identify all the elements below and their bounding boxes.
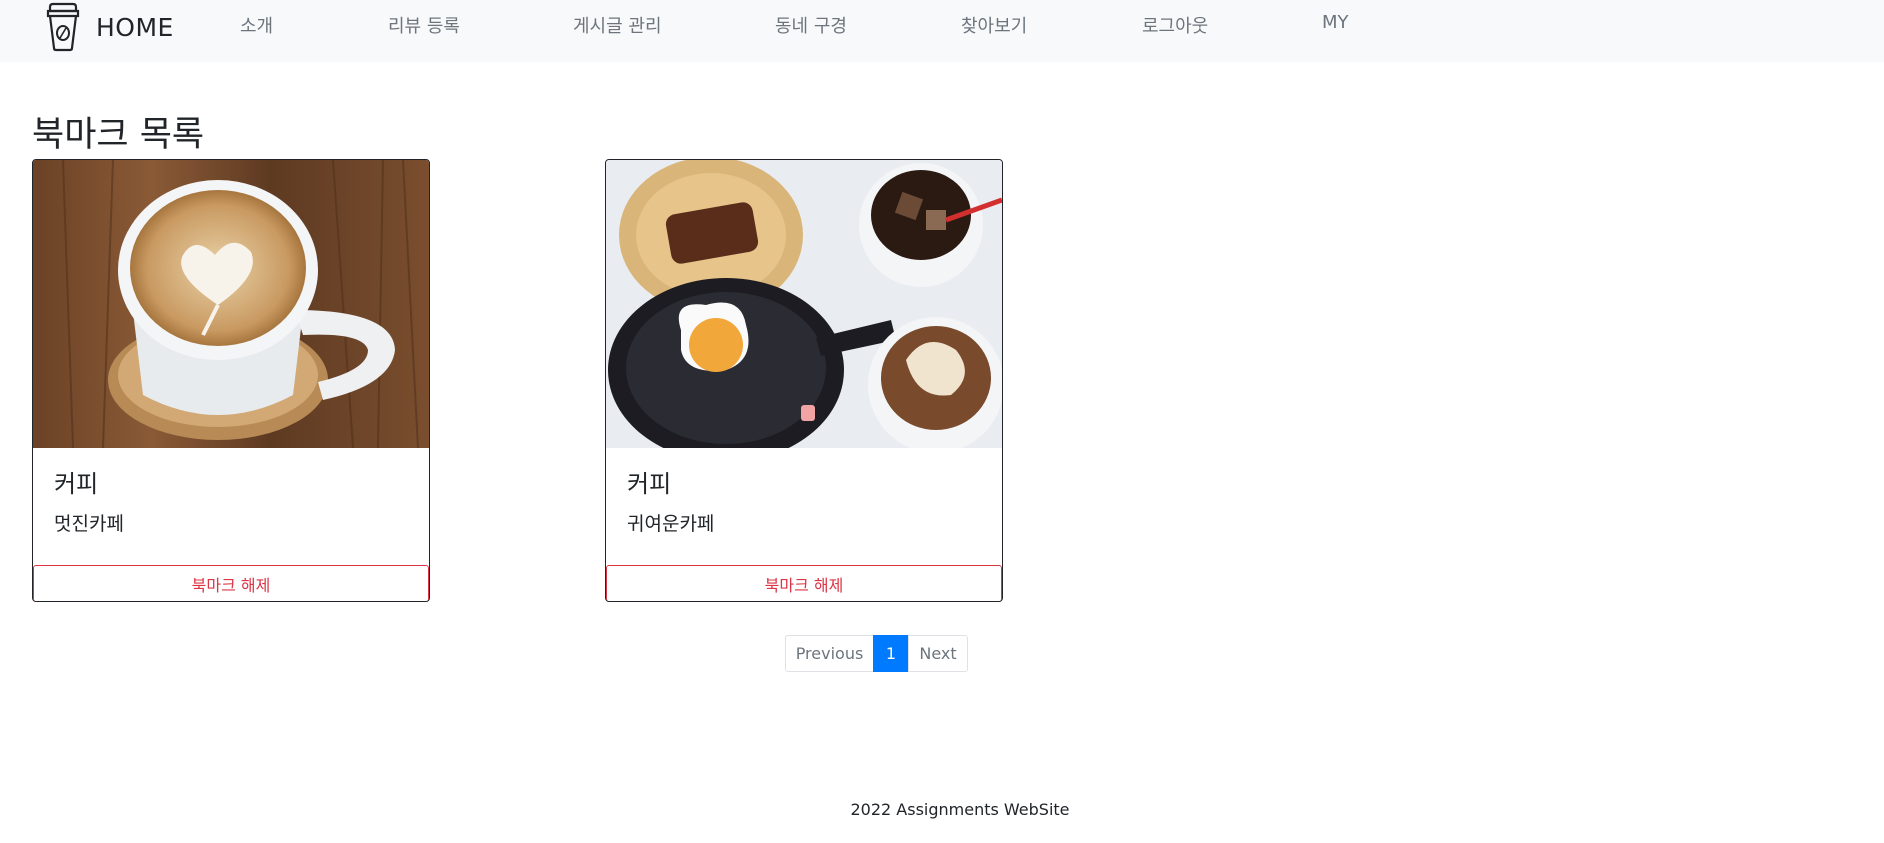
nav-link-post-manage[interactable]: 게시글 관리 xyxy=(573,12,662,38)
bookmark-card: 커피 멋진카페 북마크 해제 xyxy=(32,159,430,602)
card-title: 커피 xyxy=(54,470,99,498)
pagination-next[interactable]: Next xyxy=(908,635,968,672)
nav-link-neighborhood[interactable]: 동네 구경 xyxy=(775,12,847,38)
page-title: 북마크 목록 xyxy=(32,115,205,155)
nav-link-explore[interactable]: 찾아보기 xyxy=(961,12,1027,38)
home-brand-link[interactable]: HOME xyxy=(44,2,174,52)
card-image-latte xyxy=(33,160,429,448)
nav-link-my[interactable]: MY xyxy=(1322,12,1349,33)
nav-link-review-register[interactable]: 리뷰 등록 xyxy=(388,12,460,38)
home-brand-label: HOME xyxy=(96,12,174,42)
nav-link-intro[interactable]: 소개 xyxy=(240,12,273,38)
card-title: 커피 xyxy=(627,470,672,498)
pagination-previous[interactable]: Previous xyxy=(785,635,874,672)
coffee-cup-icon xyxy=(46,2,80,52)
pagination: Previous 1 Next xyxy=(785,635,968,672)
card-cafe-name: 귀여운카페 xyxy=(627,513,715,535)
footer-text: 2022 Assignments WebSite xyxy=(850,800,1070,819)
top-navbar: HOME 소개 리뷰 등록 게시글 관리 동네 구경 찾아보기 로그아웃 MY xyxy=(0,0,1884,62)
pagination-page-current[interactable]: 1 xyxy=(873,635,909,672)
nav-link-logout[interactable]: 로그아웃 xyxy=(1142,12,1208,38)
remove-bookmark-button[interactable]: 북마크 해제 xyxy=(33,565,429,601)
remove-bookmark-button[interactable]: 북마크 해제 xyxy=(606,565,1002,601)
card-cafe-name: 멋진카페 xyxy=(54,513,124,535)
card-image-cafe-food xyxy=(606,160,1002,448)
bookmark-card: 커피 귀여운카페 북마크 해제 xyxy=(605,159,1003,602)
